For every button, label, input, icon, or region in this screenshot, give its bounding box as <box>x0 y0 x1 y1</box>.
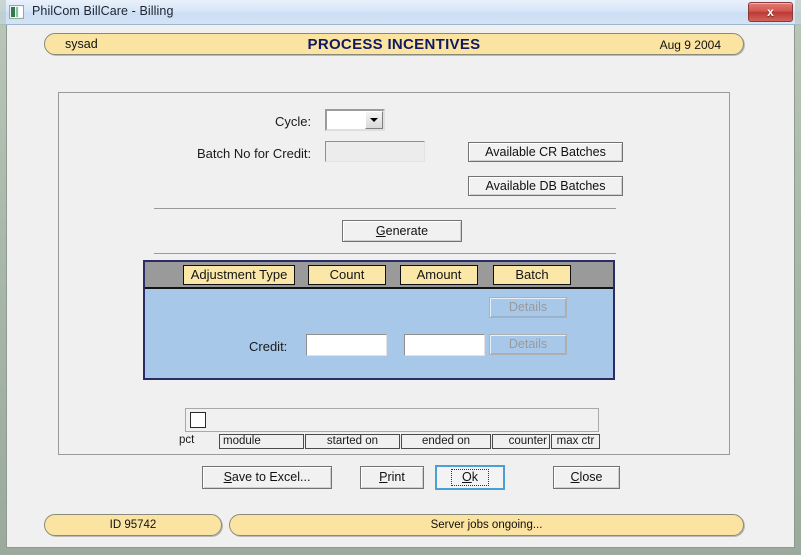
page-title: PROCESS INCENTIVES <box>307 36 481 53</box>
available-cr-batches-button[interactable]: Available CR Batches <box>468 142 623 162</box>
grid-column-adjustment-type[interactable]: Adjustment Type <box>183 265 295 285</box>
grid-column-amount[interactable]: Amount <box>400 265 478 285</box>
chevron-down-icon[interactable] <box>365 111 383 129</box>
client-area: sysad PROCESS INCENTIVES Aug 9 2004 Cycl… <box>6 25 795 548</box>
close-label: Close <box>570 470 603 485</box>
grid-body: Details Credit: Details <box>145 289 613 378</box>
generate-label: Generate <box>375 223 429 238</box>
cycle-label: Cycle: <box>275 114 312 129</box>
batch-no-input[interactable] <box>325 141 425 162</box>
print-button[interactable]: Print <box>360 466 424 489</box>
available-db-batches-button[interactable]: Available DB Batches <box>468 176 623 196</box>
ok-label: Ok <box>451 469 489 486</box>
details-button-1: Details <box>489 297 567 318</box>
generate-button[interactable]: Generate <box>342 220 462 242</box>
details-label-2: Details <box>508 337 548 352</box>
print-label: Print <box>379 470 405 485</box>
cycle-select[interactable] <box>325 109 385 131</box>
results-grid: Adjustment Type Count Amount Batch Detai… <box>143 260 615 380</box>
close-button[interactable]: Close <box>553 466 620 489</box>
status-id-pill: ID 95742 <box>44 514 222 536</box>
batch-no-label: Batch No for Credit: <box>197 146 312 161</box>
details-label-1: Details <box>508 300 548 315</box>
grid-header-row: Adjustment Type Count Amount Batch <box>145 262 613 289</box>
cycle-select-value <box>327 111 365 129</box>
available-db-batches-label: Available DB Batches <box>485 178 606 193</box>
progress-bar <box>185 408 599 432</box>
progress-counter-label: counter <box>492 434 550 449</box>
progress-max-ctr-label: max ctr <box>551 434 600 449</box>
progress-started-on-label: started on <box>305 434 400 449</box>
divider-top <box>154 208 616 209</box>
credit-amount-input[interactable] <box>404 334 485 356</box>
ok-button[interactable]: Ok <box>435 465 505 490</box>
progress-module-label: module <box>219 434 304 449</box>
page-header-bar: sysad PROCESS INCENTIVES Aug 9 2004 <box>44 33 744 55</box>
details-button-2: Details <box>489 334 567 355</box>
grid-column-batch[interactable]: Batch <box>493 265 571 285</box>
save-to-excel-label: Save to Excel... <box>223 470 311 485</box>
credit-count-input[interactable] <box>306 334 387 356</box>
grid-column-count[interactable]: Count <box>308 265 386 285</box>
progress-ended-on-label: ended on <box>401 434 491 449</box>
available-cr-batches-label: Available CR Batches <box>485 144 606 159</box>
save-to-excel-button[interactable]: Save to Excel... <box>202 466 332 489</box>
progress-pct-label: pct <box>179 434 195 446</box>
current-date-label: Aug 9 2004 <box>659 38 721 52</box>
application-window: PhilCom BillCare - Billing x sysad PROCE… <box>0 0 801 555</box>
credit-row-label: Credit: <box>249 339 288 354</box>
divider-bottom <box>154 253 616 254</box>
status-message-pill: Server jobs ongoing... <box>229 514 744 536</box>
main-form-panel: Cycle: Batch No for Credit: Available CR… <box>58 92 730 455</box>
progress-bar-chunk <box>190 412 206 428</box>
